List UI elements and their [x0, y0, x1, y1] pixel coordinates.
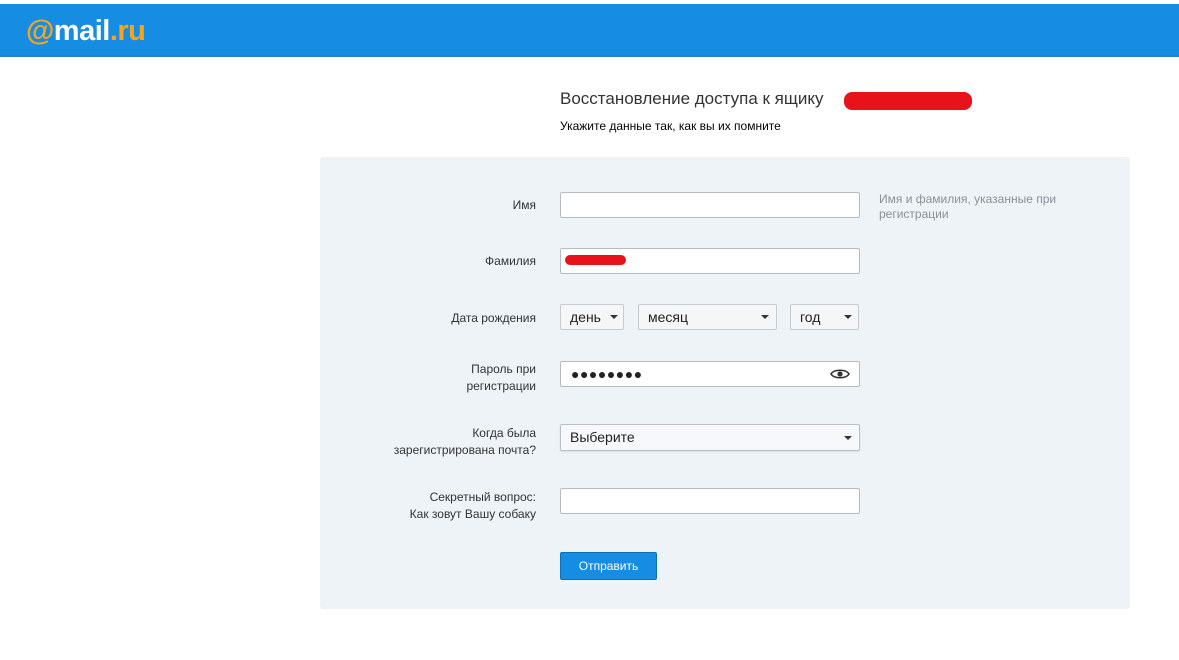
- redacted-mailbox-name: [844, 92, 972, 110]
- birth-day-value: день: [570, 309, 601, 325]
- secret-answer-input[interactable]: [560, 488, 860, 514]
- submit-button[interactable]: Отправить: [560, 552, 657, 580]
- name-hint: Имя и фамилия, указанные при регистрации: [879, 192, 1057, 221]
- birth-year-select[interactable]: год: [790, 304, 859, 330]
- birth-date-label: Дата рождения: [451, 311, 536, 325]
- chevron-down-icon: [610, 315, 618, 319]
- registered-when-select[interactable]: Выберите: [560, 424, 860, 451]
- registered-when-label-line1: Когда была: [472, 426, 536, 440]
- chevron-down-icon: [844, 315, 852, 319]
- secret-question-label-line1: Секретный вопрос:: [429, 490, 536, 504]
- registered-when-label: Когда была зарегистрирована почта?: [366, 425, 536, 459]
- logo-mail: mail: [53, 15, 111, 47]
- chevron-down-icon: [844, 436, 852, 440]
- registered-when-value: Выберите: [570, 429, 635, 445]
- first-name-label: Имя: [512, 198, 536, 212]
- last-name-label: Фамилия: [485, 254, 536, 268]
- password-label-line1: Пароль при: [471, 362, 536, 376]
- password-value: ●●●●●●●●: [571, 366, 643, 382]
- chevron-down-icon: [761, 315, 769, 319]
- logo-at: @: [26, 15, 54, 47]
- page-subtitle: Укажите данные так, как вы их помните: [560, 119, 781, 133]
- logo-ru: ru: [117, 15, 146, 47]
- page-title: Восстановление доступа к ящику: [560, 89, 824, 108]
- birth-month-select[interactable]: месяц: [638, 304, 777, 330]
- eye-icon[interactable]: [830, 366, 850, 382]
- birth-month-value: месяц: [648, 309, 689, 325]
- secret-question-label-line2: Как зовут Вашу собаку: [409, 507, 536, 521]
- password-label: Пароль при регистрации: [366, 361, 536, 395]
- first-name-input[interactable]: [560, 192, 860, 218]
- registered-when-label-line2: зарегистрирована почта?: [393, 443, 536, 457]
- mailru-logo[interactable]: @mail.ru: [26, 15, 146, 47]
- secret-question-label: Секретный вопрос: Как зовут Вашу собаку: [366, 489, 536, 523]
- password-label-line2: регистрации: [466, 379, 536, 393]
- top-bar: @mail.ru: [0, 4, 1179, 57]
- birth-day-select[interactable]: день: [560, 304, 624, 330]
- birth-year-value: год: [800, 309, 821, 325]
- redacted-last-name: [565, 255, 626, 265]
